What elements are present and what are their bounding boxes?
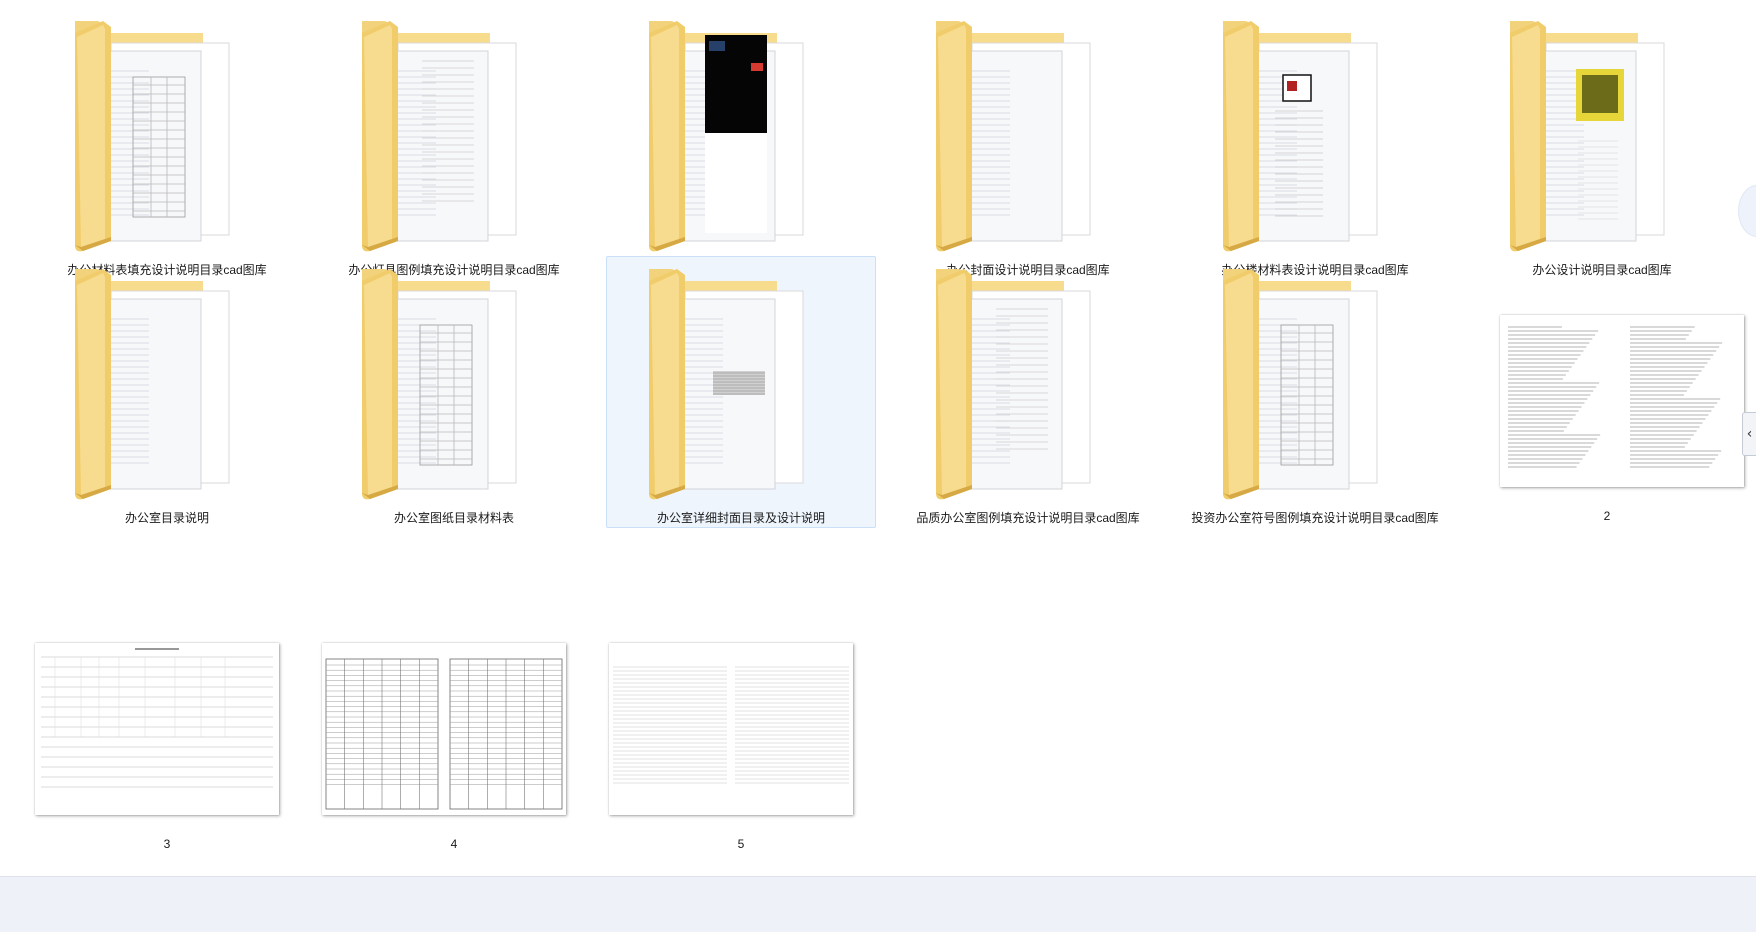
image-label: 4 <box>450 837 458 851</box>
folder-item[interactable]: 办公设计说明目录cad图库 <box>1467 8 1737 280</box>
scroll-hint-decoration <box>1738 185 1756 237</box>
folder-icon <box>1187 259 1443 505</box>
folder-icon <box>613 11 869 257</box>
image-thumbnail <box>609 643 853 815</box>
folder-icon <box>326 259 582 505</box>
folder-icon <box>613 259 869 505</box>
image-label: 3 <box>163 837 171 851</box>
folder-item[interactable]: 办公封面设计说明目录cad图库 <box>893 8 1163 280</box>
image-label: 5 <box>737 837 745 851</box>
folder-item[interactable]: 办公封面及目录设计说明及材料表 <box>606 8 876 280</box>
folder-item[interactable]: 办公室图纸目录材料表 <box>319 256 589 528</box>
image-file-item[interactable]: 2 <box>1467 256 1744 528</box>
folder-icon <box>39 11 295 257</box>
folder-item[interactable]: 品质办公室图例填充设计说明目录cad图库 <box>893 256 1163 528</box>
folder-icon <box>1187 11 1443 257</box>
folder-item[interactable]: 办公室详细封面目录及设计说明 <box>606 256 876 528</box>
folder-label: 品质办公室图例填充设计说明目录cad图库 <box>916 511 1140 525</box>
folder-item[interactable]: 办公室目录说明 <box>32 256 302 528</box>
folder-item[interactable]: 投资办公室符号图例填充设计说明目录cad图库 <box>1180 256 1450 528</box>
folder-icon <box>326 11 582 257</box>
folder-icon <box>900 259 1156 505</box>
folder-label: 办公室详细封面目录及设计说明 <box>656 511 825 525</box>
folder-label: 投资办公室符号图例填充设计说明目录cad图库 <box>1191 511 1439 525</box>
chevron-left-icon: ‹ <box>1746 426 1753 442</box>
image-thumbnail <box>322 643 566 815</box>
folder-icon <box>1474 11 1730 257</box>
image-file-item[interactable]: 4 <box>319 556 589 851</box>
folder-item[interactable]: 办公灯具图例填充设计说明目录cad图库 <box>319 8 589 280</box>
folder-item[interactable]: 办公材料表填充设计说明目录cad图库 <box>32 8 302 280</box>
large-icons-view[interactable]: 办公材料表填充设计说明目录cad图库 办公灯具图例填充设计说明目录cad图库 办… <box>16 8 1744 868</box>
folder-icon <box>900 11 1156 257</box>
file-explorer-window: 办公材料表填充设计说明目录cad图库 办公灯具图例填充设计说明目录cad图库 办… <box>0 0 1756 932</box>
folder-label: 办公室图纸目录材料表 <box>393 511 514 525</box>
status-bar <box>0 876 1756 932</box>
folder-icon <box>39 259 295 505</box>
folder-item[interactable]: 办公楼材料表设计说明目录cad图库 <box>1180 8 1450 280</box>
image-file-item[interactable]: 5 <box>606 556 876 851</box>
collapse-pane-button[interactable]: ‹ <box>1742 412 1756 456</box>
folder-label: 办公室目录说明 <box>124 511 209 525</box>
image-file-item[interactable]: 3 <box>32 556 302 851</box>
image-thumbnail <box>1500 315 1744 487</box>
image-label: 2 <box>1603 509 1611 523</box>
image-thumbnail <box>35 643 279 815</box>
